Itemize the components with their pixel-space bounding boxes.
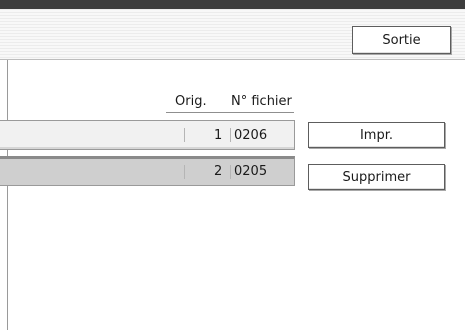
cell-separator — [230, 128, 231, 142]
row-file-number: 0206 — [234, 128, 268, 143]
cell-separator — [230, 165, 231, 179]
row-orig: 1 — [214, 128, 223, 143]
header-divider — [166, 112, 294, 113]
print-button[interactable]: Impr. — [308, 122, 445, 148]
cell-separator — [184, 128, 185, 142]
left-border — [7, 60, 8, 330]
cell-separator — [184, 165, 185, 179]
row-orig: 2 — [214, 164, 223, 179]
top-bar — [0, 0, 465, 9]
exit-button[interactable]: Sortie — [352, 26, 451, 54]
row-file-number: 0205 — [234, 164, 268, 179]
table-row[interactable]: 1 0206 — [0, 120, 295, 150]
column-header-file-number: N° fichier — [231, 94, 292, 109]
delete-button[interactable]: Supprimer — [308, 164, 445, 190]
table-row-selected[interactable]: 2 0205 — [0, 156, 295, 186]
column-header-orig: Orig. — [175, 94, 207, 109]
